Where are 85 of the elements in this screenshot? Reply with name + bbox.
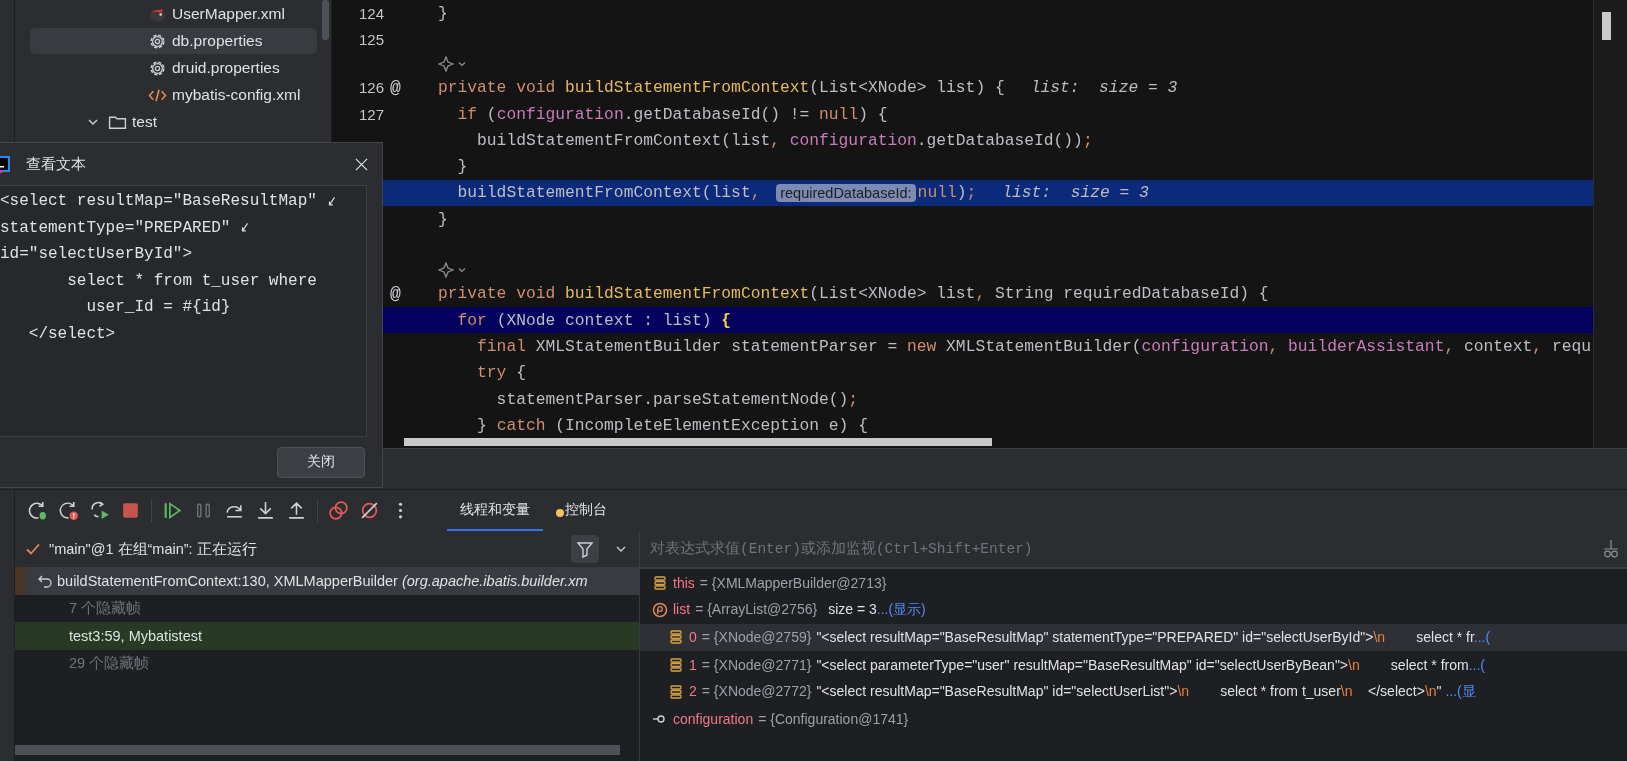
reload-icon[interactable]: [89, 500, 110, 521]
tree-item[interactable]: UserMapper.xml: [30, 1, 317, 27]
text-line: statementType="PREPARED": [0, 218, 231, 237]
parameter-hint: requiredDatabaseId:: [776, 183, 916, 202]
variable-row[interactable]: configuration = {Configuration@1741}: [640, 705, 1627, 733]
show-link[interactable]: ...(: [1468, 656, 1485, 673]
code-text: }: [456, 157, 468, 177]
inline-value: list: size = 3: [1030, 78, 1178, 98]
variable-entry: 0 = {XNode@2759} "<select resultMap="BaseResultMap" statementType="PREPARED" id="selectUserById">\n select * fr...(: [689, 629, 1491, 646]
code-text: null);: [917, 183, 977, 203]
rerun-icon[interactable]: [27, 500, 48, 521]
tree-item[interactable]: db.properties: [30, 28, 317, 54]
stack-icon: [668, 683, 684, 700]
check-icon: [25, 541, 41, 557]
code-text: buildStatementFromContext(list, configuration.getDatabaseId());: [476, 130, 1093, 150]
close-icon[interactable]: [354, 156, 369, 172]
resume-icon[interactable]: [162, 500, 183, 521]
code-text: for (XNode context : list) {: [456, 310, 732, 330]
show-link[interactable]: ...(显: [1441, 682, 1476, 699]
dialog-title: 查看文本: [26, 154, 87, 174]
variable-entry: configuration = {Configuration@1741}: [673, 711, 910, 728]
code-text: } catch (IncompleteElementException e) {: [476, 415, 868, 435]
restart-icon[interactable]: [58, 500, 79, 521]
filter-icon[interactable]: [571, 535, 599, 563]
gutter-marker[interactable]: @: [390, 283, 401, 304]
breakpoints-icon[interactable]: [328, 500, 349, 521]
app-icon: [0, 154, 12, 174]
stack-frame[interactable]: 7 个隐藏帧: [15, 594, 639, 622]
stack-icon: [668, 656, 684, 673]
close-button[interactable]: 关闭: [277, 446, 365, 478]
code-text: try {: [476, 363, 526, 383]
variable-entry: 2 = {XNode@2772} "<select resultMap="BaseResultMap" id="selectUserList">\n select * from t_user\n </select>\n" ...(显: [689, 682, 1476, 701]
tree-item[interactable]: druid.properties: [30, 55, 317, 81]
thread-selector[interactable]: "main"@1 在组“main”: 正在运行: [15, 531, 639, 567]
gutter-marker[interactable]: @: [390, 77, 401, 98]
show-link[interactable]: ...(: [1473, 629, 1491, 646]
line-number: 124: [357, 4, 384, 22]
code-text: private void buildStatementFromContext(List<XNode> list) {: [438, 78, 1005, 98]
variable-row[interactable]: 1 = {XNode@2771} "<select parameterType="user" resultMap="BaseResultMap" id="selectUserByBean">\n select * from...(: [640, 650, 1627, 679]
inline-value: list: size = 3: [1002, 183, 1149, 203]
scrollbar-thumb[interactable]: [404, 438, 992, 446]
scrollbar-thumb[interactable]: [1602, 12, 1611, 40]
stack-frame[interactable]: test3:59, Mybatistest: [15, 622, 639, 650]
line-number: 126: [357, 79, 384, 97]
mute-breakpoints-icon[interactable]: [359, 500, 380, 521]
code-text: statementParser.parseStatementNode();: [495, 389, 859, 409]
variable-row[interactable]: list = {ArrayList@2756} size = 3...(显示): [640, 596, 1627, 624]
stack-icon: [668, 629, 684, 646]
text-line: select * from t_user where: [66, 271, 317, 290]
stack-icon: [652, 574, 668, 591]
show-link[interactable]: ...(显示): [876, 600, 926, 617]
text-line: <select resultMap="BaseResultMap": [0, 192, 317, 211]
code-text: private void buildStatementFromContext(List<XNode> list, String requiredDatabaseId) {: [438, 284, 1269, 304]
text-area[interactable]: <select resultMap="BaseResultMap" statementType="PREPARED" id="selectUserById"> select * from t_user where user_Id = #{id} </select>: [0, 185, 367, 437]
code-text: }: [438, 3, 448, 23]
text-line: user_Id = #{id}: [85, 298, 231, 317]
scrollbar-thumb[interactable]: [15, 745, 620, 755]
variable-row[interactable]: 2 = {XNode@2772} "<select resultMap="BaseResultMap" id="selectUserList">\n select * from t_user\n </select>\n" ...(显: [640, 678, 1627, 706]
code-text: final XMLStatementBuilder statementParser = new XMLStatementBuilder(configuration, builderAssistant, context, requ: [476, 336, 1591, 356]
parameter-icon: [652, 601, 668, 618]
variable-row[interactable]: 0 = {XNode@2759} "<select resultMap="BaseResultMap" statementType="PREPARED" id="selectUserById">\n select * fr...(: [640, 623, 1627, 651]
step-into-icon[interactable]: [255, 500, 276, 521]
sparkle-icon[interactable]: [438, 55, 454, 72]
line-number: 127: [357, 105, 384, 123]
stop-icon[interactable]: [120, 500, 141, 521]
tree-item[interactable]: test: [30, 109, 317, 135]
code-text: buildStatementFromContext(list,: [456, 183, 762, 203]
tab[interactable]: 控制台: [543, 490, 620, 531]
variable-entry: 1 = {XNode@2771} "<select parameterType="user" resultMap="BaseResultMap" id="selectUserByBean">\n select * from...(: [689, 656, 1485, 673]
text-line: id="selectUserById">: [0, 245, 193, 264]
step-out-icon[interactable]: [286, 500, 307, 521]
evaluate-field[interactable]: 对表达式求值(Enter)或添加监视(Ctrl+Shift+Enter): [640, 531, 1597, 569]
scrollbar-thumb[interactable]: [322, 0, 329, 40]
stack-frame[interactable]: buildStatementFromContext:130, XMLMapperBuilder (org.apache.ibatis.builder.xm: [15, 567, 639, 595]
variable-entry: list = {ArrayList@2756} size = 3...(显示): [673, 600, 926, 619]
code-text: }: [438, 209, 448, 229]
text-line: </select>: [27, 324, 116, 343]
variable-row[interactable]: this = {XMLMapperBuilder@2713}: [640, 569, 1627, 597]
line-number: 125: [357, 30, 384, 48]
sparkle-icon[interactable]: [438, 261, 454, 278]
stack-frame[interactable]: 29 个隐藏帧: [15, 649, 639, 677]
tree-item[interactable]: mybatis-config.xml: [30, 82, 317, 108]
variable-entry: this = {XMLMapperBuilder@2713}: [673, 574, 888, 591]
thread-label: "main"@1 在组“main”: 正在运行: [49, 539, 258, 559]
code-text: if (configuration.getDatabaseId() != null) {: [456, 104, 888, 124]
